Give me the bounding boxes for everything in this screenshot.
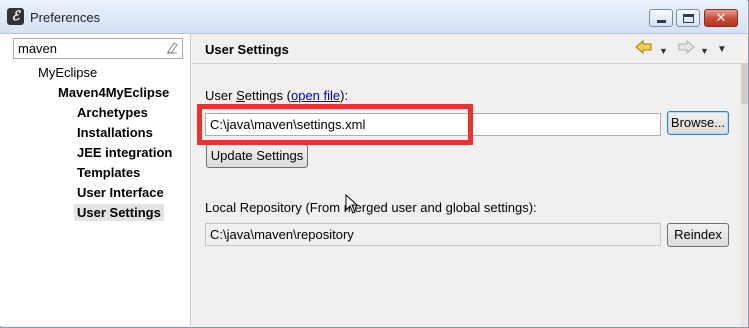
clear-filter-icon[interactable]	[165, 41, 179, 55]
reindex-button[interactable]: Reindex	[667, 223, 729, 247]
settings-page-panel	[192, 34, 748, 326]
tree-item-user-interface[interactable]: User Interface	[77, 185, 164, 200]
user-settings-label-prefix: User	[205, 88, 237, 103]
tree-item-jee-integration[interactable]: JEE integration	[77, 145, 172, 160]
tree-item-archetypes[interactable]: Archetypes	[77, 105, 148, 120]
tree-item-maven4myeclipse[interactable]: Maven4MyEclipse	[58, 85, 169, 100]
tree-item-user-settings[interactable]: User Settings	[74, 204, 164, 221]
close-button[interactable]: ✕	[704, 9, 738, 27]
maximize-button[interactable]	[676, 9, 700, 27]
user-settings-label-suffix: ):	[340, 88, 349, 103]
annotation-highlight-box	[197, 104, 473, 145]
forward-arrow-icon[interactable]	[677, 39, 695, 57]
back-arrow-icon[interactable]	[635, 39, 653, 57]
tree-item-myeclipse[interactable]: MyEclipse	[38, 65, 97, 80]
browse-button[interactable]: Browse...	[667, 111, 729, 135]
user-settings-label-rest: ettings (	[244, 88, 291, 103]
update-settings-button[interactable]: Update Settings	[206, 144, 308, 168]
user-settings-label: User Settings (open file):	[205, 88, 348, 103]
back-history-dropdown-icon[interactable]: ▼	[659, 43, 668, 59]
eclipse-app-icon: ℰ	[7, 8, 24, 25]
minimize-icon	[657, 20, 666, 23]
forward-history-dropdown-icon[interactable]: ▼	[700, 43, 709, 59]
view-menu-icon[interactable]: ▼	[717, 42, 727, 58]
window-title: Preferences	[30, 10, 101, 25]
filter-input[interactable]: maven	[13, 38, 183, 59]
page-title: User Settings	[205, 42, 289, 57]
maximize-icon	[683, 14, 694, 23]
local-repository-label: Local Repository (From merged user and g…	[205, 200, 537, 215]
title-bar	[0, 0, 747, 34]
tree-item-installations[interactable]: Installations	[77, 125, 153, 140]
open-file-link[interactable]: open file	[291, 88, 340, 103]
filter-input-value: maven	[18, 41, 58, 56]
tree-item-templates[interactable]: Templates	[77, 165, 140, 180]
mouse-pointer-icon	[345, 193, 359, 217]
scrollbar-thumb[interactable]	[741, 64, 748, 104]
close-icon: ✕	[715, 10, 727, 25]
minimize-button[interactable]	[649, 9, 673, 27]
local-repository-path-field: C:\java\maven\repository	[205, 223, 661, 246]
user-settings-label-mnemonic: S	[236, 88, 245, 103]
